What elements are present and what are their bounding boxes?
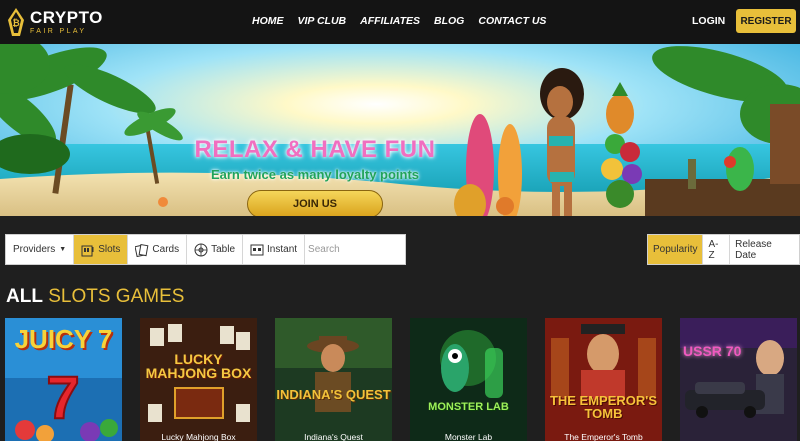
logo-sub-text: FAIR PLAY [30, 28, 87, 35]
sort-popularity[interactable]: Popularity [648, 235, 704, 264]
lucky-mahjong-box-logo: LUCKY MAHJONG BOX [145, 351, 252, 381]
ussr-70-logo: USSR 70 [683, 343, 742, 359]
sort-bar: Popularity A-Z Release Date [647, 234, 800, 265]
filter-instant-label: Instant [267, 244, 298, 255]
game-name-the-emperors-tomb: The Emperor's Tomb [564, 432, 643, 441]
main-nav: HOME VIP CLUB AFFILIATES BLOG CONTACT US [252, 15, 560, 27]
nav-blog[interactable]: BLOG [434, 15, 464, 27]
indianas-quest-artwork [275, 318, 392, 441]
chevron-down-icon: ▼ [59, 246, 67, 253]
ussr-70-artwork [680, 318, 797, 441]
filter-table[interactable]: Table [187, 235, 244, 264]
logo-main-text: CRYPTO [30, 8, 103, 27]
game-name-lucky-mahjong-box: Lucky Mahjong Box [161, 432, 236, 441]
indianas-quest-logo: INDIANA'S QUEST [276, 387, 391, 402]
nav-contact-us[interactable]: CONTACT US [478, 15, 546, 27]
banner-subline: Earn twice as many loyalty points [210, 167, 420, 182]
slot-machine-icon [81, 245, 94, 256]
nav-vip-club[interactable]: VIP CLUB [298, 15, 347, 27]
game-name-monster-lab: Monster Lab [444, 432, 493, 441]
beach-scene-illustration [0, 44, 800, 216]
register-button[interactable]: REGISTER [736, 9, 796, 33]
roulette-icon [194, 243, 208, 256]
section-title-prefix: ALL [6, 286, 43, 307]
game-tile-lucky-mahjong-box[interactable]: LUCKY MAHJONG BOX Lucky Mahjong Box [140, 318, 257, 441]
filter-slots[interactable]: Slots [74, 235, 129, 264]
promo-banner: RELAX & HAVE FUN Earn twice as many loya… [0, 44, 800, 216]
filter-instant[interactable]: Instant [243, 235, 306, 264]
section-title: ALL SLOTS GAMES [6, 286, 184, 308]
game-name-indianas-quest: Indiana's Quest [304, 432, 363, 441]
top-header: ₿ CRYPTO FAIR PLAY HOME VIP CLUB AFFILIA… [0, 0, 800, 44]
logo[interactable]: ₿ CRYPTO FAIR PLAY [6, 5, 126, 39]
section-title-suffix: SLOTS GAMES [48, 286, 185, 307]
filter-cards-label: Cards [152, 244, 180, 255]
banner-headline: RELAX & HAVE FUN [194, 136, 436, 163]
nav-home[interactable]: HOME [252, 15, 284, 27]
providers-label: Providers [13, 244, 56, 255]
nav-affiliates[interactable]: AFFILIATES [360, 15, 420, 27]
page: ₿ CRYPTO FAIR PLAY HOME VIP CLUB AFFILIA… [0, 0, 800, 441]
game-tile-monster-lab[interactable]: MONSTER LAB Monster Lab [410, 318, 527, 441]
login-link[interactable]: LOGIN [692, 15, 725, 27]
svg-text:7: 7 [46, 364, 79, 431]
game-tile-juicy-7[interactable]: 7 JUICY 7 [5, 318, 122, 441]
the-emperors-tomb-logo: THE EMPEROR'S TOMB [549, 393, 658, 421]
monster-lab-artwork [410, 318, 527, 441]
providers-dropdown[interactable]: Providers ▼ [6, 235, 75, 264]
game-tile-ussr-70[interactable]: USSR 70 [680, 318, 797, 441]
scratch-card-icon [250, 244, 264, 255]
search-input[interactable]: Search [305, 235, 405, 264]
game-tile-indianas-quest[interactable]: INDIANA'S QUEST Indiana's Quest [275, 318, 392, 441]
filter-slots-label: Slots [98, 244, 121, 255]
filter-table-label: Table [211, 244, 236, 255]
sort-a-z[interactable]: A-Z [703, 235, 731, 264]
monster-lab-logo: MONSTER LAB [428, 401, 509, 413]
filter-cards[interactable]: Cards [128, 235, 188, 264]
the-emperors-tomb-artwork [545, 318, 662, 441]
join-us-button[interactable]: JOIN US [247, 190, 383, 216]
sort-release-date[interactable]: Release Date [730, 235, 799, 264]
game-tile-the-emperors-tomb[interactable]: THE EMPEROR'S TOMB The Emperor's Tomb [545, 318, 662, 441]
game-filter-bar: Providers ▼ Slots Cards Table Instant Se… [5, 234, 407, 265]
juicy-7-logo: JUICY 7 [14, 324, 113, 354]
logo-icon: ₿ [8, 8, 24, 36]
cards-icon [135, 243, 149, 257]
svg-text:₿: ₿ [12, 18, 19, 28]
